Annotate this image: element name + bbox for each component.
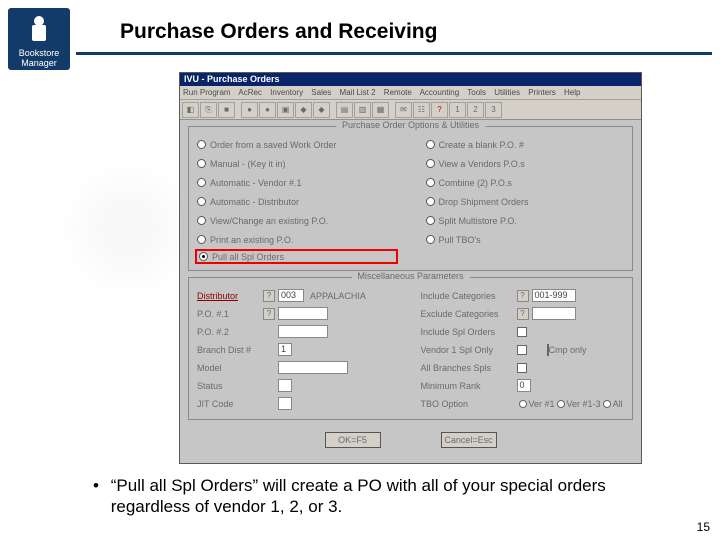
page-number: 15 [697, 520, 710, 534]
toolbar-button[interactable]: ? [431, 102, 448, 118]
option-radio[interactable]: View/Change an existing P.O. [197, 213, 396, 228]
option-radio[interactable]: Print an existing P.O. [197, 232, 396, 247]
jit-input[interactable] [278, 397, 292, 410]
exclude-cat-input[interactable] [532, 307, 576, 320]
menubar[interactable]: Run Program AcRec Inventory Sales Mail L… [180, 86, 641, 100]
logo-text-1: Bookstore [8, 48, 70, 58]
model-input[interactable] [278, 361, 348, 374]
all-branches-checkbox[interactable] [517, 363, 527, 373]
po2-input[interactable] [278, 325, 328, 338]
misc-group: Miscellaneous Parameters Distributor ? 0… [188, 277, 633, 420]
option-radio[interactable]: Combine (2) P.O.s [426, 175, 625, 190]
window-titlebar: IVU - Purchase Orders [180, 73, 641, 86]
toolbar-button[interactable]: ✉ [395, 102, 412, 118]
toolbar-button[interactable]: ◆ [295, 102, 312, 118]
distributor-name: APPALACHIA [310, 291, 366, 301]
option-radio-pull-spl[interactable]: Pull all Spl Orders [195, 249, 398, 264]
slide-title: Purchase Orders and Receiving [120, 20, 437, 44]
tbo-radio[interactable] [603, 400, 611, 408]
toolbar-button[interactable]: ☷ [413, 102, 430, 118]
toolbar: ◧ ⎘ ■ ● ● ▣ ◆ ◆ ▤ ▥ ▦ ✉ ☷ ? 1 2 3 [180, 100, 641, 120]
menu-item[interactable]: Mail List 2 [340, 88, 376, 97]
option-radio[interactable]: Order from a saved Work Order [197, 137, 396, 152]
vendor1-only-checkbox[interactable] [517, 345, 527, 355]
logo-figure [8, 8, 70, 48]
option-radio[interactable]: Drop Shipment Orders [426, 194, 625, 209]
status-input[interactable] [278, 379, 292, 392]
toolbar-button[interactable]: ▤ [336, 102, 353, 118]
bullet-icon: • [86, 475, 106, 496]
menu-item[interactable]: Utilities [494, 88, 520, 97]
menu-item[interactable]: Inventory [270, 88, 303, 97]
option-radio[interactable]: Split Multistore P.O. [426, 213, 625, 228]
option-radio[interactable]: View a Vendors P.O.s [426, 156, 625, 171]
misc-group-title: Miscellaneous Parameters [351, 271, 469, 281]
lookup-button[interactable]: ? [517, 290, 529, 302]
menu-item[interactable]: Remote [384, 88, 412, 97]
po1-input[interactable] [278, 307, 328, 320]
ok-button[interactable]: OK=F5 [325, 432, 381, 448]
include-cat-input[interactable]: 001-999 [532, 289, 576, 302]
brand-logo: Bookstore Manager [8, 8, 70, 70]
lookup-button[interactable]: ? [263, 290, 275, 302]
option-radio[interactable]: Pull TBO's [426, 232, 625, 247]
logo-text-2: Manager [8, 58, 70, 68]
toolbar-button[interactable]: ▥ [354, 102, 371, 118]
title-underline [76, 52, 712, 55]
lookup-button[interactable]: ? [263, 308, 275, 320]
options-group: Purchase Order Options & Utilities Order… [188, 126, 633, 271]
menu-item[interactable]: Sales [311, 88, 331, 97]
minrank-input[interactable]: 0 [517, 379, 531, 392]
menu-item[interactable]: Run Program [183, 88, 231, 97]
toolbar-button[interactable]: 2 [467, 102, 484, 118]
toolbar-button[interactable]: ● [259, 102, 276, 118]
menu-item[interactable]: Help [564, 88, 580, 97]
cancel-button[interactable]: Cancel=Esc [441, 432, 497, 448]
include-spl-checkbox[interactable] [517, 327, 527, 337]
tbo-radio[interactable] [519, 400, 527, 408]
option-radio[interactable]: Automatic - Vendor #.1 [197, 175, 396, 190]
branch-input[interactable]: 1 [278, 343, 292, 356]
option-radio[interactable]: Automatic - Distributor [197, 194, 396, 209]
toolbar-button[interactable]: ■ [218, 102, 235, 118]
option-radio[interactable]: Manual - (Key it in) [197, 156, 396, 171]
toolbar-button[interactable]: ◆ [313, 102, 330, 118]
app-window: IVU - Purchase Orders Run Program AcRec … [179, 72, 642, 464]
bullet-text: “Pull all Spl Orders” will create a PO w… [111, 475, 685, 518]
menu-item[interactable]: Accounting [420, 88, 460, 97]
menu-item[interactable]: Printers [528, 88, 556, 97]
options-group-title: Purchase Order Options & Utilities [336, 120, 485, 130]
toolbar-button[interactable]: ● [241, 102, 258, 118]
toolbar-button[interactable]: ▦ [372, 102, 389, 118]
lookup-button[interactable]: ? [517, 308, 529, 320]
distributor-field: Distributor ? 003 APPALACHIA [197, 288, 401, 303]
toolbar-button[interactable]: ▣ [277, 102, 294, 118]
toolbar-button[interactable]: 3 [485, 102, 502, 118]
menu-item[interactable]: AcRec [238, 88, 262, 97]
distributor-code-input[interactable]: 003 [278, 289, 304, 302]
tbo-radio[interactable] [557, 400, 565, 408]
slide-bullet: • “Pull all Spl Orders” will create a PO… [86, 475, 690, 518]
toolbar-button[interactable]: ⎘ [200, 102, 217, 118]
toolbar-button[interactable]: 1 [449, 102, 466, 118]
background-watermark [58, 160, 198, 300]
dialog-buttons: OK=F5 Cancel=Esc [180, 426, 641, 452]
toolbar-button[interactable]: ◧ [182, 102, 199, 118]
menu-item[interactable]: Tools [467, 88, 486, 97]
option-radio[interactable]: Create a blank P.O. # [426, 137, 625, 152]
